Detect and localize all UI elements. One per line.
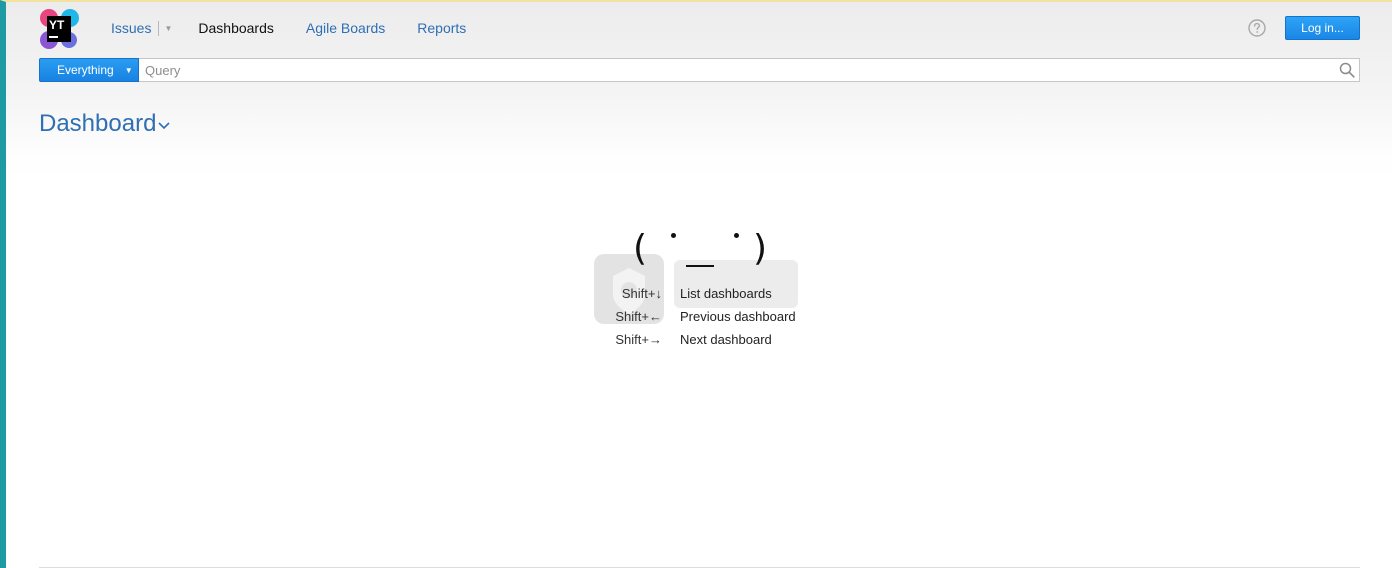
shortcut-desc: Next dashboard [680, 332, 772, 347]
chevron-down-icon: ▼ [124, 65, 133, 75]
chevron-down-icon[interactable]: ▼ [164, 24, 172, 33]
shortcut-key: Shift+↓ [621, 286, 662, 301]
search-context-button[interactable]: Everything ▼ [39, 58, 139, 82]
nav-issues-label[interactable]: Issues [111, 20, 151, 36]
nav-item-issues[interactable]: Issues ▼ [111, 20, 172, 36]
nav-item-agile-boards[interactable]: Agile Boards [306, 20, 385, 36]
empty-state-emoticon: ( ) [633, 228, 767, 269]
login-button[interactable]: Log in... [1285, 16, 1360, 40]
nav-separator [158, 20, 160, 36]
search-input[interactable] [139, 58, 1360, 82]
shortcut-desc: Previous dashboard [680, 309, 796, 324]
nav-item-reports[interactable]: Reports [417, 20, 466, 36]
app-window: YT Issues ▼ Dashboards Agile Boards Repo… [0, 0, 1392, 568]
search-icon[interactable] [1339, 62, 1355, 78]
dashboard-selector[interactable]: Dashboard [39, 110, 170, 138]
youtrack-logo[interactable]: YT [39, 9, 79, 49]
shortcut-key: Shift+→ [615, 332, 662, 347]
page-title: Dashboard [39, 110, 157, 137]
question-circle-icon[interactable] [1248, 19, 1266, 37]
chevron-down-icon [158, 122, 170, 130]
search-context-label: Everything [57, 63, 114, 77]
logo-text: YT [49, 18, 65, 32]
main-nav: Issues ▼ Dashboards Agile Boards Reports [111, 19, 466, 37]
shortcut-key: Shift+← [615, 309, 662, 324]
nav-item-dashboards[interactable]: Dashboards [198, 20, 274, 36]
shortcut-desc: List dashboards [680, 286, 772, 301]
